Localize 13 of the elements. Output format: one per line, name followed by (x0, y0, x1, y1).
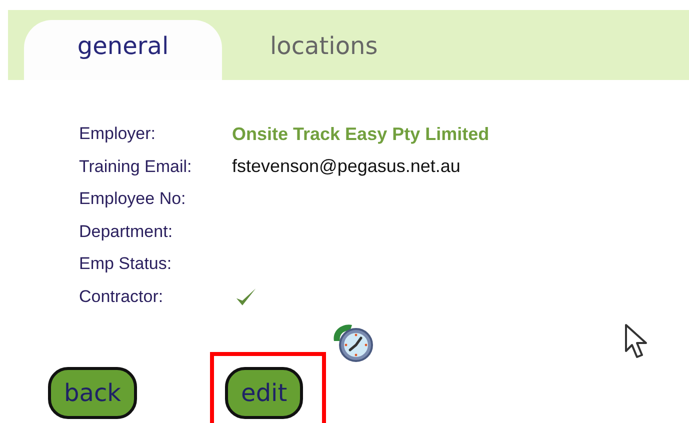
edit-button[interactable]: edit (225, 367, 304, 419)
field-value: Onsite Track Easy Pty Limited (232, 124, 490, 145)
back-button[interactable]: back (48, 367, 138, 419)
tab[interactable]: general (24, 20, 222, 80)
field-label: Training Email: (79, 156, 193, 177)
field-label: Employee No: (79, 189, 187, 210)
cursor-icon (624, 323, 650, 361)
field-label: Department: (79, 222, 174, 242)
field-label: Contractor: (79, 286, 164, 307)
field-label: Employer: (79, 124, 157, 144)
field-value: fstevenson@pegasus.net.au (232, 156, 460, 178)
tab[interactable]: locations (222, 20, 426, 80)
field-label: Emp Status: (79, 254, 173, 274)
